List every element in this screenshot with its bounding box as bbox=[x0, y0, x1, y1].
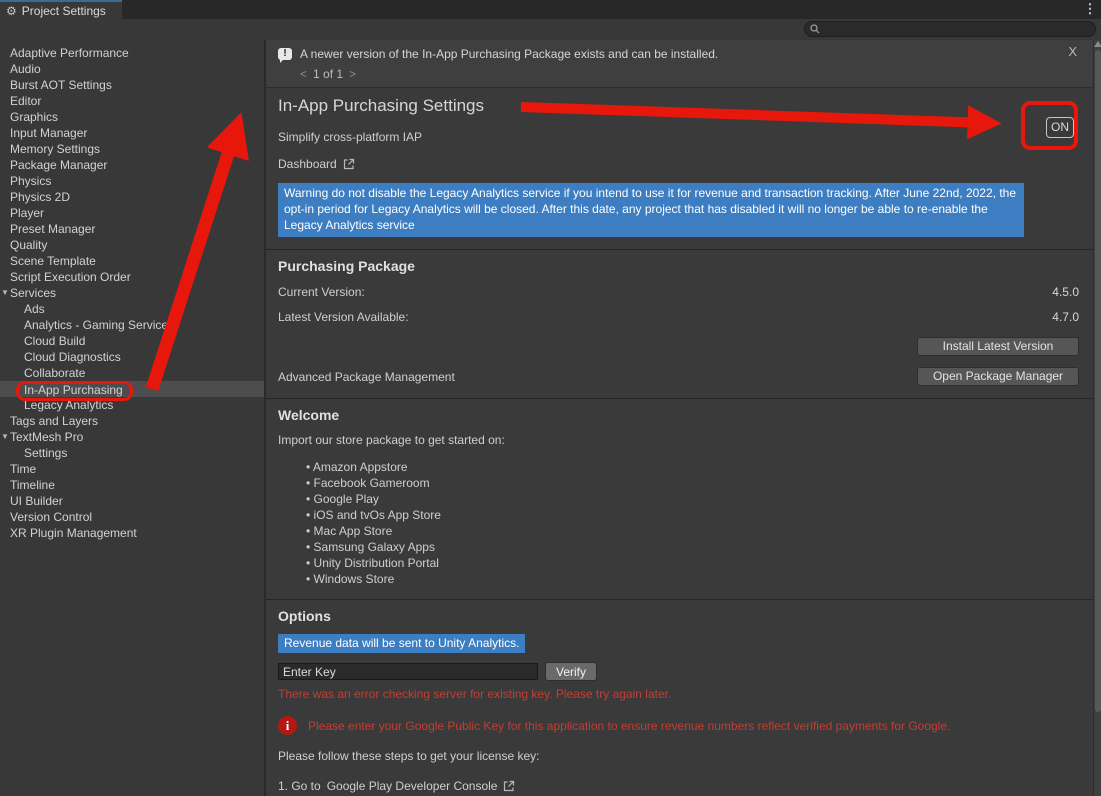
sidebar-item-settings[interactable]: ▼ Settings bbox=[0, 445, 264, 461]
latest-version-label: Latest Version Available: bbox=[278, 310, 409, 324]
page-title: In-App Purchasing Settings bbox=[278, 96, 1079, 116]
foldout-arrow-icon[interactable]: ▼ bbox=[1, 429, 9, 445]
foldout-arrow-icon[interactable]: ▼ bbox=[1, 285, 9, 301]
sidebar-item-adaptive-performance[interactable]: ▼ Adaptive Performance bbox=[0, 45, 264, 61]
current-version-label: Current Version: bbox=[278, 285, 365, 299]
update-notification-banner: ! A newer version of the In-App Purchasi… bbox=[266, 40, 1093, 88]
sidebar-item-collaborate[interactable]: ▼ Collaborate bbox=[0, 365, 264, 381]
sidebar-item-burst-aot-settings[interactable]: ▼ Burst AOT Settings bbox=[0, 77, 264, 93]
options-section: Options Revenue data will be sent to Uni… bbox=[266, 600, 1093, 796]
sidebar-item-ads[interactable]: ▼ Ads bbox=[0, 301, 264, 317]
store-list-item: Amazon Appstore bbox=[306, 459, 1079, 475]
legacy-analytics-warning: Warning do not disable the Legacy Analyt… bbox=[278, 183, 1024, 237]
sidebar-item-player[interactable]: ▼ Player bbox=[0, 205, 264, 221]
welcome-title: Welcome bbox=[278, 407, 1079, 423]
sidebar-item-analytics-gaming-services[interactable]: ▼ Analytics - Gaming Services bbox=[0, 317, 264, 333]
google-public-key-message: Please enter your Google Public Key for … bbox=[308, 716, 950, 733]
open-package-manager-button[interactable]: Open Package Manager bbox=[917, 367, 1079, 386]
purchasing-package-section: Purchasing Package Current Version: 4.5.… bbox=[266, 250, 1093, 398]
gear-icon: ⚙ bbox=[6, 5, 17, 17]
project-settings-window: ⚙ Project Settings ⋮ ▼ Adaptive Performa… bbox=[0, 0, 1101, 796]
external-link-icon bbox=[503, 780, 515, 792]
step1-prefix: 1. Go to bbox=[278, 779, 321, 793]
store-list-item: Windows Store bbox=[306, 571, 1079, 587]
latest-version-value: 4.7.0 bbox=[1052, 310, 1079, 324]
sidebar-item-version-control[interactable]: ▼ Version Control bbox=[0, 509, 264, 525]
service-toggle-on-button[interactable]: ON bbox=[1046, 117, 1074, 138]
notification-bubble-icon: ! bbox=[278, 48, 292, 60]
kebab-menu-icon[interactable]: ⋮ bbox=[1079, 0, 1101, 19]
install-latest-version-button[interactable]: Install Latest Version bbox=[917, 337, 1079, 356]
sidebar-item-services[interactable]: ▼ Services bbox=[0, 285, 264, 301]
error-info-icon: i bbox=[278, 716, 297, 735]
sidebar-item-quality[interactable]: ▼ Quality bbox=[0, 237, 264, 253]
sidebar-item-timeline[interactable]: ▼ Timeline bbox=[0, 477, 264, 493]
store-list: Amazon AppstoreFacebook GameroomGoogle P… bbox=[278, 459, 1079, 587]
store-list-item: iOS and tvOs App Store bbox=[306, 507, 1079, 523]
current-version-value: 4.5.0 bbox=[1052, 285, 1079, 299]
external-link-icon bbox=[343, 158, 355, 170]
sidebar-item-audio[interactable]: ▼ Audio bbox=[0, 61, 264, 77]
store-list-item: Unity Distribution Portal bbox=[306, 555, 1079, 571]
search-box[interactable] bbox=[804, 21, 1096, 37]
sidebar-item-script-execution-order[interactable]: ▼ Script Execution Order bbox=[0, 269, 264, 285]
sidebar-item-time[interactable]: ▼ Time bbox=[0, 461, 264, 477]
sidebar-item-editor[interactable]: ▼ Editor bbox=[0, 93, 264, 109]
verify-button[interactable]: Verify bbox=[545, 662, 597, 681]
search-input[interactable] bbox=[820, 23, 1090, 35]
dashboard-label: Dashboard bbox=[278, 157, 337, 171]
sidebar-item-ui-builder[interactable]: ▼ UI Builder bbox=[0, 493, 264, 509]
key-check-error-text: There was an error checking server for e… bbox=[278, 687, 1079, 701]
sidebar-item-textmesh-pro[interactable]: ▼ TextMesh Pro bbox=[0, 429, 264, 445]
sidebar-item-package-manager[interactable]: ▼ Package Manager bbox=[0, 157, 264, 173]
pager-prev-icon[interactable]: < bbox=[300, 67, 307, 81]
close-icon[interactable]: X bbox=[1068, 44, 1077, 59]
purchasing-package-title: Purchasing Package bbox=[278, 258, 1079, 274]
main-panel: ! A newer version of the In-App Purchasi… bbox=[266, 40, 1101, 796]
sidebar-item-scene-template[interactable]: ▼ Scene Template bbox=[0, 253, 264, 269]
sidebar-item-physics-2d[interactable]: ▼ Physics 2D bbox=[0, 189, 264, 205]
sidebar-item-preset-manager[interactable]: ▼ Preset Manager bbox=[0, 221, 264, 237]
sidebar-item-tags-and-layers[interactable]: ▼ Tags and Layers bbox=[0, 413, 264, 429]
advanced-package-management-label: Advanced Package Management bbox=[278, 370, 455, 384]
tab-title: Project Settings bbox=[22, 4, 106, 18]
sidebar-item-in-app-purchasing[interactable]: ▼ In-App Purchasing bbox=[0, 381, 264, 397]
pager-label: 1 of 1 bbox=[313, 67, 343, 81]
vertical-scrollbar[interactable] bbox=[1093, 40, 1101, 796]
store-list-item: Mac App Store bbox=[306, 523, 1079, 539]
sidebar-item-input-manager[interactable]: ▼ Input Manager bbox=[0, 125, 264, 141]
license-steps-intro: Please follow these steps to get your li… bbox=[278, 749, 1079, 763]
iap-settings-header-section: In-App Purchasing Settings Simplify cros… bbox=[266, 88, 1093, 249]
sidebar-item-xr-plugin-management[interactable]: ▼ XR Plugin Management bbox=[0, 525, 264, 541]
search-icon bbox=[810, 24, 820, 34]
store-list-item: Google Play bbox=[306, 491, 1079, 507]
pager-next-icon[interactable]: > bbox=[349, 67, 356, 81]
options-title: Options bbox=[278, 608, 1079, 624]
sidebar-item-physics[interactable]: ▼ Physics bbox=[0, 173, 264, 189]
store-list-item: Samsung Galaxy Apps bbox=[306, 539, 1079, 555]
simplify-iap-label: Simplify cross-platform IAP bbox=[278, 130, 1079, 144]
analytics-notice-badge: Revenue data will be sent to Unity Analy… bbox=[278, 634, 525, 653]
tab-project-settings[interactable]: ⚙ Project Settings bbox=[0, 0, 122, 19]
welcome-intro: Import our store package to get started … bbox=[278, 433, 1079, 447]
welcome-section: Welcome Import our store package to get … bbox=[266, 399, 1093, 599]
scroll-up-arrow-icon[interactable] bbox=[1094, 41, 1101, 47]
notification-pager: < 1 of 1 > bbox=[300, 67, 1081, 81]
dashboard-link[interactable]: Dashboard bbox=[278, 157, 1079, 171]
settings-sidebar: ▼ Adaptive Performance ▼ Audio ▼ Burst A… bbox=[0, 40, 266, 796]
license-key-input[interactable] bbox=[278, 663, 538, 680]
settings-toolbar bbox=[0, 19, 1101, 40]
sidebar-item-graphics[interactable]: ▼ Graphics bbox=[0, 109, 264, 125]
notification-text: A newer version of the In-App Purchasing… bbox=[300, 47, 718, 61]
store-list-item: Facebook Gameroom bbox=[306, 475, 1079, 491]
google-play-console-link[interactable]: Google Play Developer Console bbox=[327, 779, 498, 793]
tab-bar: ⚙ Project Settings ⋮ bbox=[0, 0, 1101, 19]
sidebar-item-cloud-diagnostics[interactable]: ▼ Cloud Diagnostics bbox=[0, 349, 264, 365]
sidebar-item-memory-settings[interactable]: ▼ Memory Settings bbox=[0, 141, 264, 157]
sidebar-item-cloud-build[interactable]: ▼ Cloud Build bbox=[0, 333, 264, 349]
scrollbar-thumb[interactable] bbox=[1095, 50, 1101, 712]
